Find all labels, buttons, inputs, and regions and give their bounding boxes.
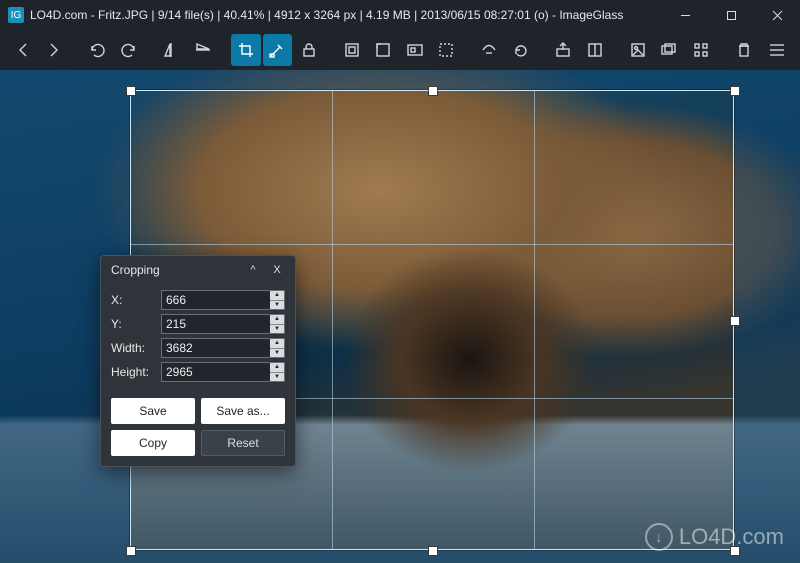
copy-button[interactable]: Copy [111,430,195,456]
menu-button[interactable] [762,34,792,66]
delete-icon [735,41,753,59]
rotate-button[interactable] [506,34,536,66]
cropping-panel[interactable]: Cropping ^ X X: ▲▼ Y: ▲▼ Width: ▲▼ Heigh… [100,255,296,467]
crop-handle[interactable] [126,86,136,96]
cropping-panel-header[interactable]: Cropping ^ X [101,256,295,284]
redo-icon [120,41,138,59]
window-fit-icon [343,41,361,59]
crop-icon [237,41,255,59]
undo-icon [88,41,106,59]
app-icon: IG [8,7,24,23]
toolbar [0,30,800,70]
fullscreen-button[interactable] [368,34,398,66]
title-dimensions: 4912 x 3264 px [274,8,356,22]
title-text: LO4D.com - Fritz.JPG | 9/14 file(s) | 40… [30,8,623,22]
flip-v-icon [194,41,212,59]
reset-button[interactable]: Reset [201,430,285,456]
next-button[interactable] [40,34,70,66]
export-button[interactable] [549,34,579,66]
cropping-panel-body: X: ▲▼ Y: ▲▼ Width: ▲▼ Height: ▲▼ [101,284,295,392]
save-button[interactable]: Save [111,398,195,424]
share-icon [480,41,498,59]
thumbnails-button[interactable] [686,34,716,66]
color-picker-icon [268,41,286,59]
crop-handle[interactable] [428,546,438,556]
width-spinner[interactable]: ▲▼ [270,339,284,357]
window-controls [662,0,800,30]
title-filesize: 4.19 MB [366,8,411,22]
download-icon: ↓ [645,523,673,551]
x-input[interactable] [161,290,285,310]
title-file-index: 9/14 file(s) [158,8,214,22]
image-icon [629,41,647,59]
minimize-button[interactable] [662,0,708,30]
height-input[interactable] [161,362,285,382]
x-label: X: [111,293,157,307]
slideshow-button[interactable] [400,34,430,66]
crop-handle[interactable] [428,86,438,96]
rotate-icon [512,41,530,59]
thumbnails-icon [692,41,710,59]
watermark: ↓ LO4D.com [645,523,784,551]
frame-button[interactable] [432,34,462,66]
crop-handle[interactable] [730,316,740,326]
flip-h-icon [162,41,180,59]
y-input[interactable] [161,314,285,334]
flip-h-button[interactable] [157,34,187,66]
gallery-icon [660,41,678,59]
share-button[interactable] [474,34,504,66]
redo-button[interactable] [114,34,144,66]
slideshow-icon [406,41,424,59]
crop-handle[interactable] [730,86,740,96]
save-as-button[interactable]: Save as... [201,398,285,424]
height-label: Height: [111,365,157,379]
y-spinner[interactable]: ▲▼ [270,315,284,333]
collapse-icon[interactable]: ^ [245,264,261,276]
watermark-text: LO4D.com [679,524,784,550]
crop-handle[interactable] [126,546,136,556]
fullscreen-icon [374,41,392,59]
undo-button[interactable] [82,34,112,66]
close-icon[interactable]: X [269,264,285,276]
prev-icon [14,41,32,59]
frame-icon [437,41,455,59]
cropping-title: Cropping [111,263,237,277]
panel-icon [586,41,604,59]
titlebar: IG LO4D.com - Fritz.JPG | 9/14 file(s) |… [0,0,800,30]
title-zoom: 40.41% [224,8,265,22]
crop-button[interactable] [231,34,261,66]
width-input[interactable] [161,338,285,358]
panel-button[interactable] [580,34,610,66]
delete-button[interactable] [729,34,759,66]
close-button[interactable] [754,0,800,30]
gallery-button[interactable] [654,34,684,66]
image-button[interactable] [623,34,653,66]
maximize-button[interactable] [708,0,754,30]
title-site: LO4D.com [30,8,87,22]
y-label: Y: [111,317,157,331]
prev-button[interactable] [8,34,38,66]
x-spinner[interactable]: ▲▼ [270,291,284,309]
flip-v-button[interactable] [188,34,218,66]
height-spinner[interactable]: ▲▼ [270,363,284,381]
lock-button[interactable] [294,34,324,66]
title-timestamp: 2013/06/15 08:27:01 (o) [421,8,549,22]
window-fit-button[interactable] [337,34,367,66]
width-label: Width: [111,341,157,355]
color-picker-button[interactable] [263,34,293,66]
lock-icon [300,41,318,59]
title-app: - ImageGlass [552,8,623,22]
next-icon [45,41,63,59]
title-filename: Fritz.JPG [98,8,148,22]
export-icon [554,41,572,59]
